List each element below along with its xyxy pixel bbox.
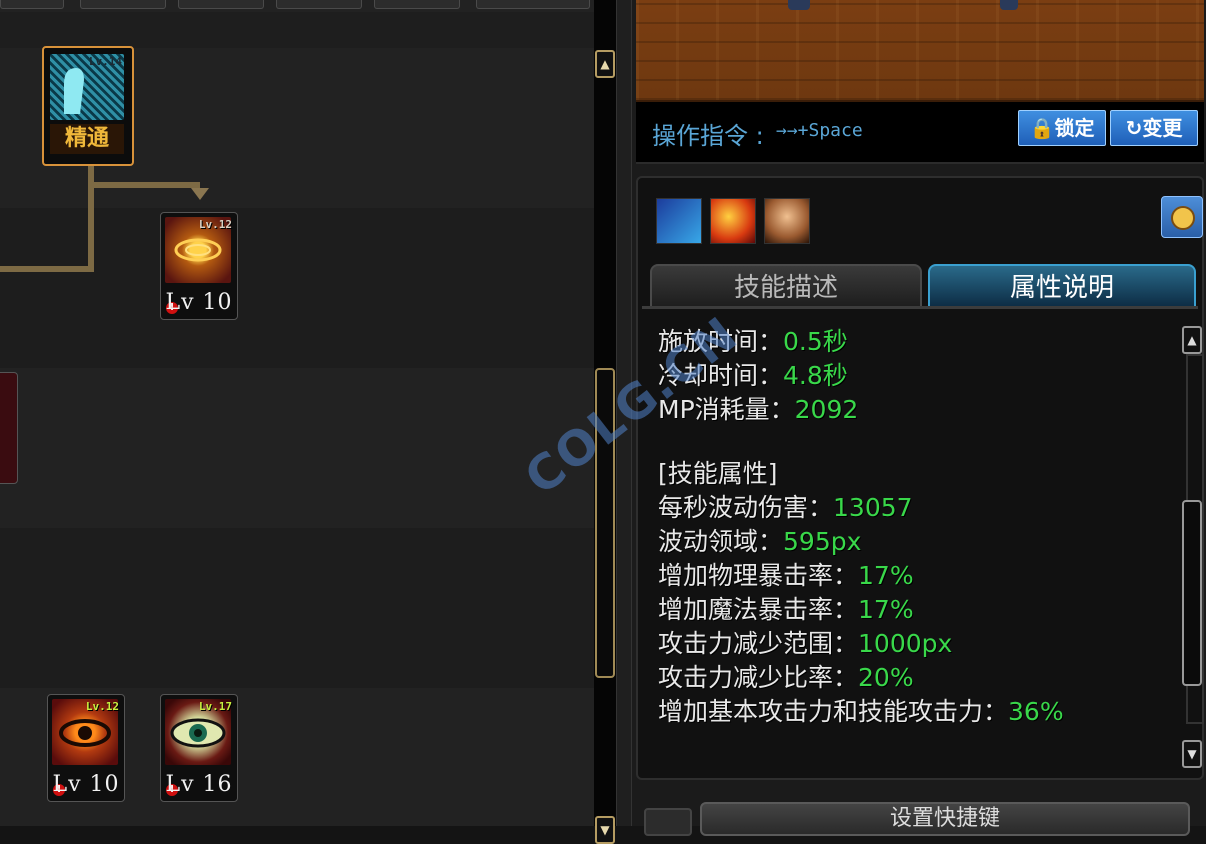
skill-preview-area — [636, 0, 1204, 103]
lock-button[interactable]: 🔒锁定 — [1018, 110, 1106, 146]
tree-connector — [0, 266, 94, 272]
alarm-clock-icon — [1171, 206, 1195, 230]
attr-cast-time: 施放时间：0.5秒 — [658, 327, 848, 356]
tree-scroll-thumb[interactable] — [595, 368, 615, 678]
lock-button-label: 锁定 — [1054, 116, 1095, 140]
change-button[interactable]: ↻变更 — [1110, 110, 1198, 146]
wave-skill-level: Lv 10 — [165, 290, 233, 315]
attr-section-title: [技能属性] — [658, 459, 778, 488]
wave-skill-level-tag: Lv.12 — [198, 218, 232, 231]
tab-attribute-description[interactable]: 属性说明 — [928, 264, 1196, 308]
eye-skill-1-level: Lv 10 — [52, 772, 120, 797]
attr-phys-crit: 增加物理暴击率：17% — [658, 561, 914, 590]
skill-tree-panel: Lv.14 精通 Lv.12 ! Lv 10 Lv.12 ! Lv 10 Lv.… — [0, 0, 594, 826]
skill-detail-panel: 操作指令 : →→+Space 🔒锁定 ↻变更 技能描述 属性说明 施放时间：0… — [632, 0, 1206, 836]
wave-skill-slot[interactable]: Lv.12 ! Lv 10 — [160, 212, 238, 320]
tree-tab-1[interactable] — [0, 0, 64, 9]
attr-scroll-down-button[interactable]: ▼ — [1182, 740, 1202, 768]
mastery-label: 精通 — [50, 124, 124, 154]
attr-atk-reduce-rate: 攻击力减少比率：20% — [658, 663, 914, 692]
tree-connector — [88, 182, 200, 188]
attribute-list: 施放时间：0.5秒 冷却时间：4.8秒 MP消耗量：2092 [技能属性] 每秒… — [658, 322, 1178, 726]
eye-skill-2-level-tag: Lv.17 — [198, 700, 232, 713]
preview-target — [1000, 0, 1018, 10]
tree-row — [0, 528, 594, 688]
command-keys: →→+Space — [776, 120, 863, 141]
mastery-skill-slot[interactable]: Lv.14 精通 — [42, 46, 134, 166]
buff-fist-icon — [764, 198, 810, 244]
attr-cooldown: 冷却时间：4.8秒 — [658, 361, 848, 390]
buff-aura-icon — [656, 198, 702, 244]
bottom-bar: 设置快捷键 — [636, 786, 1204, 836]
attr-wave-damage: 每秒波动伤害：13057 — [658, 493, 913, 522]
tree-scrollbar[interactable]: ▲ ▼ — [594, 0, 616, 844]
attr-atk-reduce-range: 攻击力减少范围：1000px — [658, 629, 953, 658]
attr-spacer — [658, 424, 1178, 454]
tab-underline — [642, 306, 1198, 309]
eye-skill-2-level: Lv 16 — [165, 772, 233, 797]
tree-row — [0, 368, 594, 528]
tree-tab-4[interactable] — [276, 0, 362, 9]
attr-wave-area: 波动领域：595px — [658, 527, 862, 556]
command-bar: 操作指令 : →→+Space 🔒锁定 ↻变更 — [636, 102, 1204, 164]
preview-character — [788, 0, 810, 10]
command-label: 操作指令 : — [652, 122, 764, 150]
attr-base-atk-increase: 增加基本攻击力和技能攻击力：36% — [658, 697, 1064, 726]
info-panel: 技能描述 属性说明 施放时间：0.5秒 冷却时间：4.8秒 MP消耗量：2092… — [636, 176, 1204, 780]
eye-skill-1-level-tag: Lv.12 — [85, 700, 119, 713]
attr-scroll-up-button[interactable]: ▲ — [1182, 326, 1202, 354]
attr-mp-cost: MP消耗量：2092 — [658, 395, 859, 424]
tree-row — [0, 12, 594, 48]
tree-tab-strip — [0, 0, 594, 12]
partial-skill-slot[interactable] — [0, 372, 18, 484]
bottom-small-button[interactable] — [644, 808, 692, 836]
attr-scroll-thumb[interactable] — [1182, 500, 1202, 686]
tree-tab-3[interactable] — [178, 0, 264, 9]
tree-tab-6[interactable] — [476, 0, 590, 9]
buff-fire-icon — [710, 198, 756, 244]
panel-divider — [616, 0, 632, 826]
tree-scroll-up-button[interactable]: ▲ — [595, 50, 615, 78]
lock-icon: 🔒 — [1029, 116, 1055, 140]
tab-skill-description[interactable]: 技能描述 — [650, 264, 922, 308]
alarm-clock-button[interactable] — [1161, 196, 1203, 238]
attr-magic-crit: 增加魔法暴击率：17% — [658, 595, 914, 624]
mastery-level-tag: Lv.14 — [88, 55, 122, 68]
refresh-icon: ↻ — [1125, 116, 1143, 140]
tree-scroll-down-button[interactable]: ▼ — [595, 816, 615, 844]
tree-tab-2[interactable] — [80, 0, 166, 9]
change-button-label: 变更 — [1142, 116, 1183, 140]
tree-tab-5[interactable] — [374, 0, 460, 9]
tree-arrow-icon — [191, 188, 209, 200]
eye-skill-1-slot[interactable]: Lv.12 ! Lv 10 — [47, 694, 125, 802]
set-hotkey-button[interactable]: 设置快捷键 — [700, 802, 1190, 836]
eye-skill-2-slot[interactable]: Lv.17 ! Lv 16 — [160, 694, 238, 802]
